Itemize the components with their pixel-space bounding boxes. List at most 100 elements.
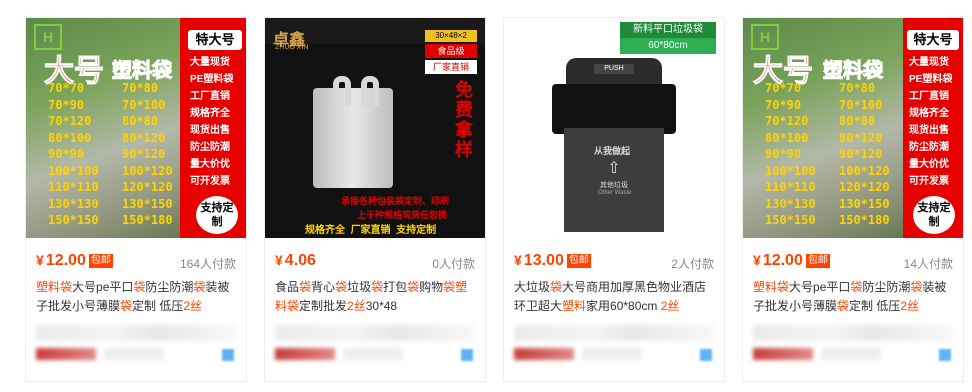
chat-icon[interactable]	[939, 349, 951, 361]
size-label: 130*130	[765, 196, 816, 211]
shop-tag-blurred	[821, 348, 881, 360]
product-card[interactable]: 新料平口垃圾袋 60*80cm PUSH 从我做起 ⇧ 其他垃圾 Other W…	[503, 17, 725, 382]
chat-icon[interactable]	[700, 349, 712, 361]
sold-count: 2人付款	[671, 257, 714, 271]
shop-badge-blurred	[275, 348, 335, 360]
size-label: 可开发票	[909, 176, 949, 187]
product-image[interactable]: H 大号 塑料袋 特大号 大量现货 PE塑料袋 工厂直销 规格齐全 现货出售 防尘防潮 量大…	[743, 18, 963, 238]
size-label: 70*70	[48, 81, 85, 95]
free-shipping-badge: 包邮	[88, 254, 113, 268]
size-label: 90*120	[122, 147, 166, 161]
product-image[interactable]: H 大号 塑料袋 特大号 大量现货 PE塑料袋 工厂直销 规格齐全 现货出售 防尘防潮 量大…	[26, 18, 246, 238]
price-row: ¥4.06 0人付款	[275, 252, 475, 274]
price-row: ¥13.00 包邮 2人付款	[514, 252, 714, 274]
custom-badge: 支持定制	[196, 196, 238, 234]
free-shipping-badge: 包邮	[566, 254, 591, 268]
title-segment: 30*48	[365, 299, 398, 313]
shop-name-blurred[interactable]	[514, 325, 714, 341]
title-segment: 防尘防潮	[862, 280, 911, 294]
product-image[interactable]: 新料平口垃圾袋 60*80cm PUSH 从我做起 ⇧ 其他垃圾 Other W…	[504, 18, 724, 238]
size-label: 120*120	[839, 180, 890, 194]
shop-badge-blurred	[753, 348, 813, 360]
size-label: 80*80	[122, 114, 159, 128]
factory-tag: 厂家直销	[425, 60, 477, 74]
title-segment: 购物	[419, 280, 444, 294]
size-label: 100*100	[48, 163, 99, 178]
title-segment: 袋	[335, 280, 348, 294]
size-label: 防尘防潮	[190, 142, 230, 153]
price-row: ¥12.00 包邮 14人付款	[753, 252, 953, 274]
size-label: 70*90	[48, 97, 85, 112]
title-segment: 袋	[133, 280, 146, 294]
size-label: 70*120	[48, 114, 92, 128]
product-title[interactable]: 大垃圾袋大号商用加厚黑色物业酒店环卫超大塑料家用60*80cm 2丝	[514, 278, 714, 316]
shop-name-blurred[interactable]	[36, 325, 236, 341]
custom-badge: 支持定制	[913, 196, 955, 234]
product-title[interactable]: 塑料袋大号pe平口袋防尘防潮袋装被子批发小号薄膜袋定制 低压2丝	[36, 278, 236, 316]
bottom-tag: 厂家直销	[350, 225, 391, 236]
title-segment: 塑料	[562, 299, 587, 313]
title-segment: 袋	[299, 280, 312, 294]
promo-line-2: 上千种规格现货任您挑	[357, 210, 448, 220]
product-title[interactable]: 塑料袋大号pe平口袋防尘防潮袋装被子批发小号薄膜袋定制 低压2丝	[753, 278, 953, 316]
push-label: PUSH	[594, 64, 634, 74]
size-label: 100*100	[765, 163, 816, 178]
size-label: 70*80	[122, 81, 159, 95]
price: ¥4.06	[275, 252, 316, 269]
size-label: 100*120	[122, 163, 173, 178]
size-label: 大量现货	[909, 57, 949, 68]
size-label: 90*90	[765, 147, 802, 161]
title-segment: 定制 低压	[132, 299, 184, 313]
shop-name-blurred[interactable]	[753, 325, 953, 341]
size-label: 130*150	[122, 196, 173, 211]
size-label: 150*180	[839, 213, 890, 227]
size-label: 70*120	[765, 114, 809, 128]
title-segment: 2丝	[660, 299, 680, 313]
title-segment: 垃圾	[347, 280, 372, 294]
product-card[interactable]: 卓鑫 ZHUO XIN 30×48×2 食品级 厂家直销 免费拿样 承接各种包装…	[264, 17, 486, 382]
size-label: 130*150	[839, 196, 890, 211]
size-label: 规格齐全	[909, 108, 949, 119]
title-segment: 袋	[407, 280, 420, 294]
size-label: 120*120	[122, 180, 173, 194]
bottom-tag: 规格齐全	[305, 225, 345, 236]
title-segment: 袋	[193, 280, 206, 294]
size-label: 量大价优	[909, 159, 949, 170]
banner-label: 新料平口垃圾袋	[620, 22, 716, 38]
title-segment: 食品	[275, 280, 300, 294]
size-label: 70*70	[765, 81, 802, 95]
title-segment: 定制批发	[299, 299, 348, 313]
title-segment: 袋	[910, 280, 923, 294]
bin-slogan: 从我做起	[594, 146, 631, 156]
product-image[interactable]: 卓鑫 ZHUO XIN 30×48×2 食品级 厂家直销 免费拿样 承接各种包装…	[265, 18, 485, 238]
size-label: 工厂直销	[909, 91, 949, 102]
bottom-tag: 支持定制	[396, 225, 437, 236]
size-label: 70*100	[122, 97, 166, 112]
product-card[interactable]: H 大号 塑料袋 特大号 大量现货 PE塑料袋 工厂直销 规格齐全 现货出售 防尘防潮 量大…	[742, 17, 964, 382]
size-label: PE塑料袋	[909, 74, 953, 85]
title-segment: 塑料袋	[36, 280, 73, 294]
title-segment: 大号pe平口	[789, 280, 851, 294]
title-segment: 大号pe平口	[72, 280, 134, 294]
shop-name-blurred[interactable]	[275, 325, 475, 341]
product-grid: H 大号 塑料袋 特大号 大量现货 PE塑料袋 工厂直销 规格齐全 现货出售 防尘防潮 量大…	[25, 17, 965, 387]
size-label: 80*120	[839, 130, 883, 145]
price: ¥13.00 包邮	[514, 252, 591, 269]
size-label: PE塑料袋	[190, 74, 234, 85]
product-card[interactable]: H 大号 塑料袋 特大号 大量现货 PE塑料袋 工厂直销 规格齐全 现货出售 防尘防潮 量大…	[25, 17, 247, 382]
bin-category-en: Other Waste	[598, 190, 632, 196]
size-label: 110*110	[48, 180, 99, 194]
size-label: 130*130	[48, 196, 99, 211]
black-garbage-bag	[552, 84, 676, 134]
chat-icon[interactable]	[461, 349, 473, 361]
title-segment: 打包	[383, 280, 408, 294]
product-title[interactable]: 食品袋背心袋垃圾袋打包袋购物袋塑料袋定制批发2丝30*48	[275, 278, 475, 316]
chat-icon[interactable]	[222, 349, 234, 361]
shop-badge-blurred	[36, 348, 96, 360]
food-grade-tag: 食品级	[425, 44, 477, 58]
title-segment: 袋	[837, 299, 850, 313]
size-label: 150*150	[48, 213, 99, 227]
size-label: 90*120	[839, 147, 883, 161]
size-label: 现货出售	[190, 125, 230, 136]
title-segment: 家用60*80cm	[586, 299, 661, 313]
